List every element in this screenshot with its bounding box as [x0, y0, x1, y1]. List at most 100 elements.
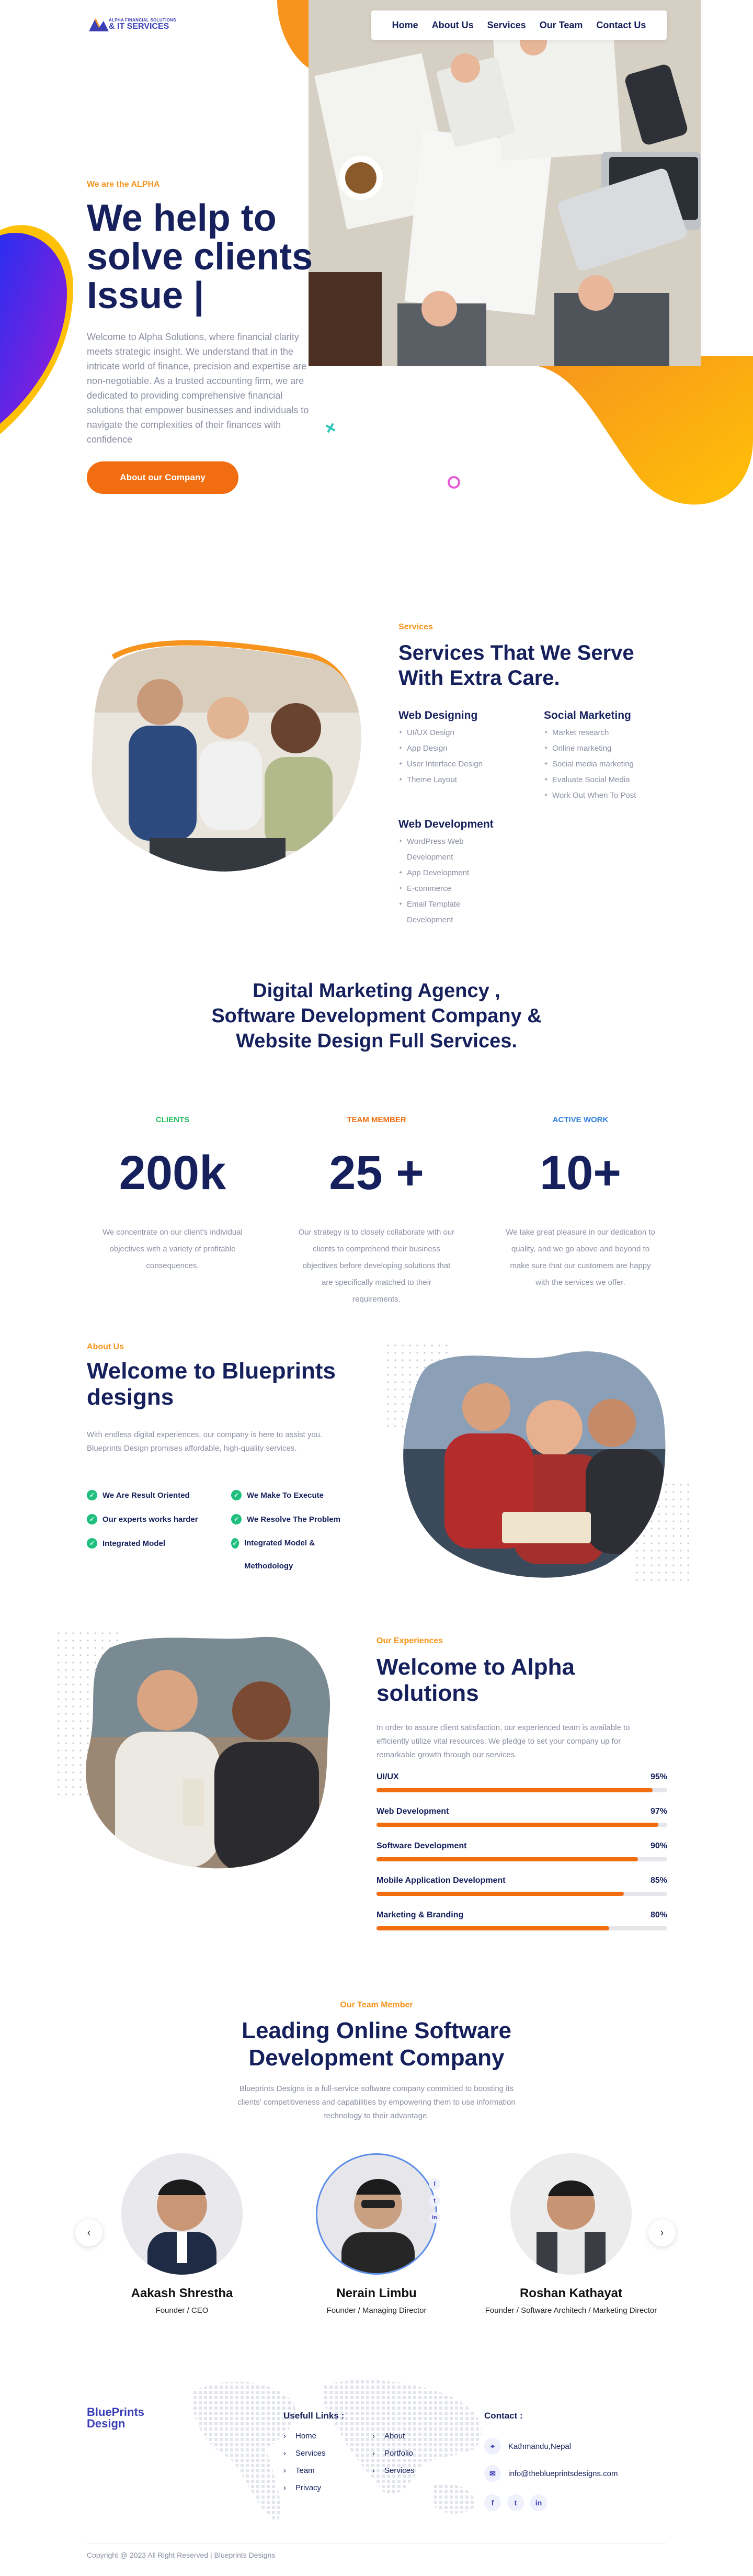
skill-bar-track	[376, 1892, 667, 1896]
chevron-left-icon: ‹	[87, 2227, 91, 2239]
purple-blob-shape	[0, 225, 73, 434]
stat-description-clients: We concentrate on our client's individua…	[102, 1228, 243, 1270]
skill-percent: 97%	[650, 1807, 667, 1816]
footer-link-portfolio[interactable]: Portfolio	[372, 2449, 415, 2458]
about-check-item: ✓ Our experts works harder	[87, 1514, 198, 1524]
about-check-item: ✓ Integrated Model & Methodology	[231, 1538, 336, 1578]
nav-about-us[interactable]: About Us	[432, 20, 474, 31]
service-column-social-marketing: Social Marketing Market research Online …	[544, 709, 680, 804]
service-item: User Interface Design	[398, 756, 534, 772]
check-icon: ✓	[87, 1538, 97, 1549]
skill-bar-track	[376, 1823, 667, 1827]
skill-label: UI/UX	[376, 1772, 399, 1781]
service-item: Online marketing	[544, 741, 680, 756]
footer-link-services-2[interactable]: Services	[372, 2466, 415, 2475]
footer-social-links: f t in	[484, 2494, 547, 2511]
service-column-title: Social Marketing	[544, 709, 631, 721]
service-item: Email Template Development	[398, 897, 503, 928]
service-column-web-development: Web Development WordPress Web Developmen…	[398, 818, 503, 928]
skill-percent: 80%	[650, 1911, 667, 1919]
skill-bar-fill	[376, 1926, 609, 1930]
hero-kicker: We are the ALPHA	[87, 180, 160, 189]
service-item: App Development	[398, 865, 503, 881]
skill-web-development: Web Development 97%	[376, 1807, 667, 1827]
check-icon: ✓	[231, 1538, 239, 1549]
service-column-title: Web Designing	[398, 709, 478, 721]
ring-decoration-icon	[448, 476, 460, 489]
skill-label: Marketing & Branding	[376, 1911, 464, 1919]
footer-links-title: Usefull Links :	[283, 2411, 345, 2421]
footer-logo-line1: BluePrints	[87, 2405, 145, 2419]
footer-email[interactable]: ✉ info@theblueprintsdesigns.com	[484, 2465, 618, 2482]
team-avatar-nerain	[316, 2153, 437, 2275]
team-avatar-roshan	[510, 2153, 632, 2275]
skill-label: Web Development	[376, 1807, 449, 1816]
experience-friends-image	[58, 1632, 330, 1869]
linkedin-icon[interactable]: in	[530, 2494, 547, 2511]
logo-title: & IT SERVICES	[109, 22, 169, 31]
footer-copyright: Copyright @ 2023 All Right Reserved | Bl…	[87, 2551, 276, 2559]
skill-bar-fill	[376, 1788, 653, 1792]
skill-software-development: Software Development 90%	[376, 1841, 667, 1861]
nav-services[interactable]: Services	[487, 20, 526, 31]
footer-link-team[interactable]: Team	[283, 2466, 326, 2475]
skill-bar-fill	[376, 1892, 624, 1896]
service-item: App Design	[398, 741, 534, 756]
services-team-image	[92, 640, 361, 872]
skill-bar-track	[376, 1788, 667, 1792]
service-item: Social media marketing	[544, 756, 680, 772]
location-pin-icon: ⌖	[484, 2438, 501, 2455]
twitter-icon[interactable]: t	[429, 2195, 440, 2207]
stat-label-active-work: ACTIVE WORK	[552, 1115, 609, 1124]
check-icon: ✓	[231, 1490, 242, 1500]
skill-label: Mobile Application Development	[376, 1876, 506, 1885]
footer-link-home[interactable]: Home	[283, 2432, 326, 2441]
check-icon: ✓	[87, 1490, 97, 1500]
skill-uiux: UI/UX 95%	[376, 1772, 667, 1792]
footer-logo[interactable]: BluePrints Design	[87, 2406, 144, 2430]
nav-contact-us[interactable]: Contact Us	[596, 20, 646, 31]
footer-contact-title: Contact :	[484, 2411, 523, 2421]
service-item: Market research	[544, 725, 680, 741]
cross-decoration-icon	[326, 423, 335, 433]
stat-description-active-work: We take great pleasure in our dedication…	[506, 1228, 655, 1287]
twitter-icon[interactable]: t	[507, 2494, 524, 2511]
nav-our-team[interactable]: Our Team	[540, 20, 583, 31]
skill-marketing-branding: Marketing & Branding 80%	[376, 1911, 667, 1930]
main-navigation: Home About Us Services Our Team Contact …	[371, 10, 667, 40]
skill-label: Software Development	[376, 1841, 467, 1850]
hero-title: We help to solve clients Issue |	[87, 197, 313, 317]
service-item: Theme Layout	[398, 772, 534, 788]
facebook-icon[interactable]: f	[429, 2178, 440, 2190]
skill-bar-fill	[376, 1857, 638, 1861]
nav-home[interactable]: Home	[392, 20, 418, 31]
about-check-item: ✓ We Are Result Oriented	[87, 1490, 190, 1500]
member-role: Founder / Software Architech / Marketing…	[485, 2306, 657, 2315]
carousel-prev-button[interactable]: ‹	[75, 2219, 102, 2246]
about-title: Welcome to Blueprints designs	[87, 1358, 336, 1410]
services-kicker: Services	[398, 623, 433, 631]
footer-link-about[interactable]: About	[372, 2432, 415, 2441]
about-description: With endless digital experiences, our co…	[87, 1430, 323, 1453]
carousel-next-button[interactable]: ›	[648, 2219, 676, 2246]
team-title: Leading Online Software Development Comp…	[242, 2018, 511, 2071]
hero-desk-image	[309, 0, 701, 366]
experience-kicker: Our Experiences	[376, 1636, 443, 1645]
member-name: Roshan Kathayat	[519, 2286, 623, 2300]
about-company-button[interactable]: About our Company	[87, 461, 238, 494]
footer-link-privacy[interactable]: Privacy	[283, 2483, 326, 2492]
service-item: UI/UX Design	[398, 725, 534, 741]
service-column-title: Web Development	[398, 818, 494, 830]
footer-link-services[interactable]: Services	[283, 2449, 326, 2458]
footer-links-col1: Home Services Team Privacy	[283, 2432, 326, 2492]
linkedin-icon[interactable]: in	[429, 2212, 440, 2223]
skill-bar-track	[376, 1926, 667, 1930]
stat-number-clients: 200k	[119, 1146, 226, 1200]
skill-bar-fill	[376, 1823, 659, 1827]
service-item: E-commerce	[398, 881, 503, 897]
team-description: Blueprints Designs is a full-service sof…	[237, 2084, 516, 2120]
orange-corner-shape	[277, 0, 309, 68]
facebook-icon[interactable]: f	[484, 2494, 501, 2511]
email-icon: ✉	[484, 2465, 501, 2482]
service-item: Evaluate Social Media	[544, 772, 680, 788]
